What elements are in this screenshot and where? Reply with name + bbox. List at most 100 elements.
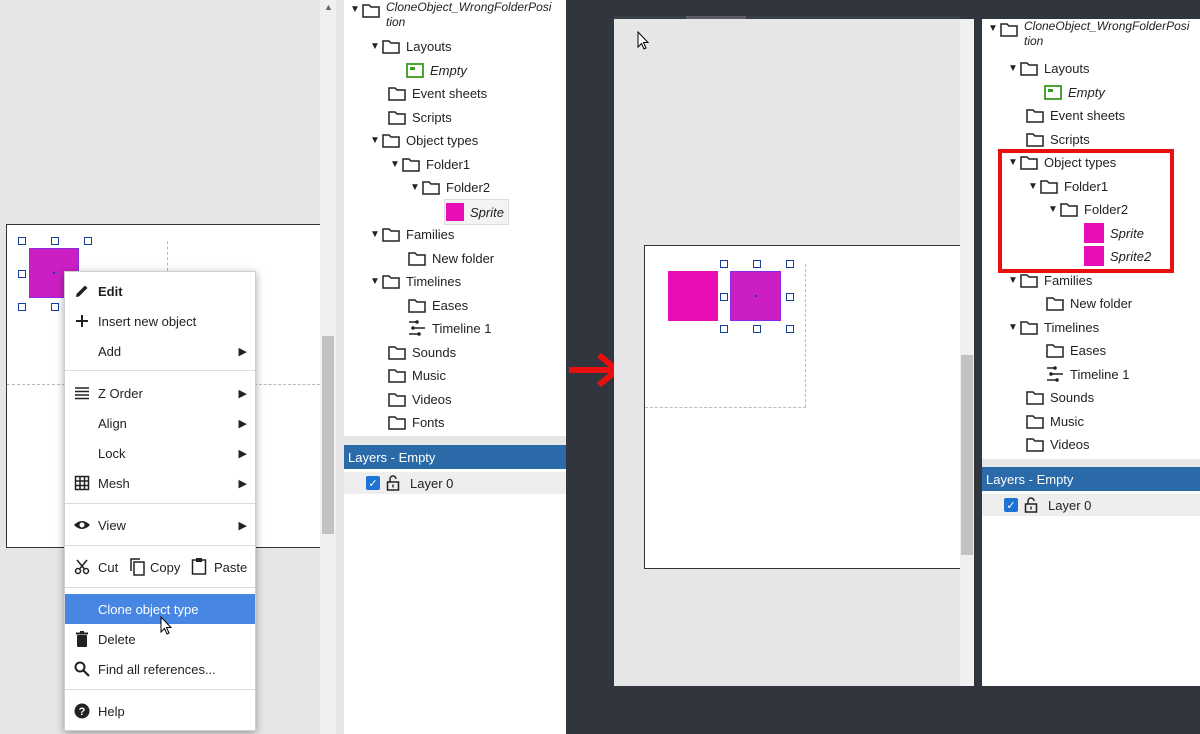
tree-item-sounds[interactable]: Sounds: [388, 341, 456, 363]
collapse-arrow-icon[interactable]: ▼: [986, 23, 1000, 34]
sprite-instance[interactable]: [668, 271, 718, 321]
paste-button[interactable]: Paste: [214, 560, 247, 575]
resize-handle[interactable]: [786, 325, 794, 333]
menu-item-find-references[interactable]: Find all references...: [65, 654, 255, 684]
lock-icon[interactable]: [386, 475, 400, 491]
resize-handle[interactable]: [84, 237, 92, 245]
resize-handle[interactable]: [18, 237, 26, 245]
tree-item-eases[interactable]: Eases: [1046, 339, 1106, 361]
tree-item-folder2[interactable]: ▼ Folder2: [408, 176, 490, 198]
menu-item-view[interactable]: View ▶: [65, 510, 255, 540]
menu-item-help[interactable]: ? Help: [65, 696, 255, 726]
tree-item-folder1[interactable]: ▼ Folder1: [388, 153, 470, 175]
layer-visible-checkbox[interactable]: ✓: [366, 476, 380, 490]
collapse-arrow-icon[interactable]: ▼: [368, 229, 382, 240]
tree-item-families[interactable]: ▼ Families: [368, 223, 454, 245]
tree-item-music[interactable]: Music: [1026, 410, 1084, 432]
tree-item-empty-layout[interactable]: Empty: [1044, 81, 1105, 103]
tree-item-event-sheets[interactable]: Event sheets: [1026, 104, 1125, 126]
layers-panel-after: Layers - Empty ✓ Layer 0: [982, 467, 1200, 686]
tree-item-new-folder[interactable]: New folder: [1046, 292, 1132, 314]
resize-handle[interactable]: [720, 260, 728, 268]
folder-icon: [1020, 319, 1038, 335]
tree-item-timeline1[interactable]: Timeline 1: [408, 317, 491, 339]
tree-item-object-types[interactable]: ▼ Object types: [368, 129, 478, 151]
scrollbar-thumb[interactable]: [322, 336, 334, 534]
scrollbar-thumb[interactable]: [961, 355, 973, 555]
menu-item-insert-new-object[interactable]: Insert new object: [65, 306, 255, 336]
collapse-arrow-icon[interactable]: ▼: [1006, 322, 1020, 333]
cut-button[interactable]: Cut: [98, 560, 118, 575]
tree-item-layouts[interactable]: ▼ Layouts: [368, 35, 452, 57]
tree-item-new-folder[interactable]: New folder: [408, 247, 494, 269]
resize-handle[interactable]: [18, 303, 26, 311]
resize-handle[interactable]: [786, 260, 794, 268]
layer-row[interactable]: ✓ Layer 0: [344, 472, 566, 494]
collapse-arrow-icon[interactable]: ▼: [408, 182, 422, 193]
resize-handle[interactable]: [720, 293, 728, 301]
copy-icon[interactable]: [129, 558, 145, 579]
folder-icon: [382, 273, 400, 289]
collapse-arrow-icon[interactable]: ▼: [388, 159, 402, 170]
tree-item-scripts[interactable]: Scripts: [388, 106, 452, 128]
copy-button[interactable]: Copy: [150, 560, 180, 575]
folder-icon: [402, 156, 420, 172]
tree-item-timeline1[interactable]: Timeline 1: [1046, 363, 1129, 385]
menu-item-label: Help: [98, 703, 125, 719]
resize-handle[interactable]: [51, 237, 59, 245]
resize-handle[interactable]: [753, 260, 761, 268]
tree-item-music[interactable]: Music: [388, 364, 446, 386]
tree-root[interactable]: ▼ CloneObject_WrongFolderPosi tion: [986, 19, 1189, 53]
folder-icon: [422, 179, 440, 195]
tree-root[interactable]: ▼ CloneObject_WrongFolderPosi tion: [348, 0, 551, 34]
menu-item-add[interactable]: Add ▶: [65, 336, 255, 366]
right-layout-view[interactable]: [614, 19, 960, 686]
resize-handle[interactable]: [18, 270, 26, 278]
tree-label: Sounds: [412, 344, 457, 360]
tree-label: Scripts: [412, 109, 452, 125]
folder-icon: [362, 2, 380, 18]
submenu-arrow-icon: ▶: [238, 477, 247, 490]
scissors-icon[interactable]: [73, 558, 91, 576]
collapse-arrow-icon[interactable]: ▼: [1006, 63, 1020, 74]
tree-item-eases[interactable]: Eases: [408, 294, 468, 316]
tree-item-layouts[interactable]: ▼ Layouts: [1006, 57, 1090, 79]
tree-item-sprite[interactable]: Sprite: [444, 199, 509, 225]
tree-item-fonts[interactable]: Fonts: [388, 411, 445, 433]
tree-item-videos[interactable]: Videos: [388, 388, 452, 410]
layout-scrollbar[interactable]: [960, 19, 974, 686]
tree-label: Folder2: [446, 179, 491, 195]
collapse-arrow-icon[interactable]: ▼: [368, 41, 382, 52]
menu-item-label: Clone object type: [98, 601, 199, 617]
resize-handle[interactable]: [51, 303, 59, 311]
menu-item-z-order[interactable]: Z Order ▶: [65, 378, 255, 408]
menu-item-edit[interactable]: Edit: [65, 276, 255, 306]
layer-row[interactable]: ✓ Layer 0: [982, 494, 1200, 516]
scroll-up-icon[interactable]: ▲: [324, 2, 333, 12]
menu-item-label: View: [98, 517, 126, 533]
menu-item-mesh[interactable]: Mesh ▶: [65, 468, 255, 498]
collapse-arrow-icon[interactable]: ▼: [1006, 275, 1020, 286]
layer-visible-checkbox[interactable]: ✓: [1004, 498, 1018, 512]
layout-scrollbar[interactable]: ▲: [320, 0, 336, 734]
collapse-arrow-icon[interactable]: ▼: [368, 135, 382, 146]
panel-splitter[interactable]: [982, 459, 1200, 467]
submenu-arrow-icon: ▶: [238, 417, 247, 430]
resize-handle[interactable]: [753, 325, 761, 333]
tree-item-event-sheets[interactable]: Event sheets: [388, 82, 487, 104]
panel-splitter[interactable]: [344, 436, 566, 445]
tree-item-videos[interactable]: Videos: [1026, 433, 1090, 455]
tree-item-sounds[interactable]: Sounds: [1026, 386, 1094, 408]
resize-handle[interactable]: [720, 325, 728, 333]
tree-item-timelines[interactable]: ▼ Timelines: [1006, 316, 1099, 338]
menu-item-align[interactable]: Align ▶: [65, 408, 255, 438]
lock-icon[interactable]: [1024, 497, 1038, 513]
collapse-arrow-icon[interactable]: ▼: [348, 4, 362, 15]
tree-item-empty-layout[interactable]: Empty: [406, 59, 467, 81]
resize-handle[interactable]: [786, 293, 794, 301]
tree-item-timelines[interactable]: ▼ Timelines: [368, 270, 461, 292]
paste-icon[interactable]: [191, 557, 207, 578]
collapse-arrow-icon[interactable]: ▼: [368, 276, 382, 287]
tree-item-scripts[interactable]: Scripts: [1026, 128, 1090, 150]
menu-item-lock[interactable]: Lock ▶: [65, 438, 255, 468]
